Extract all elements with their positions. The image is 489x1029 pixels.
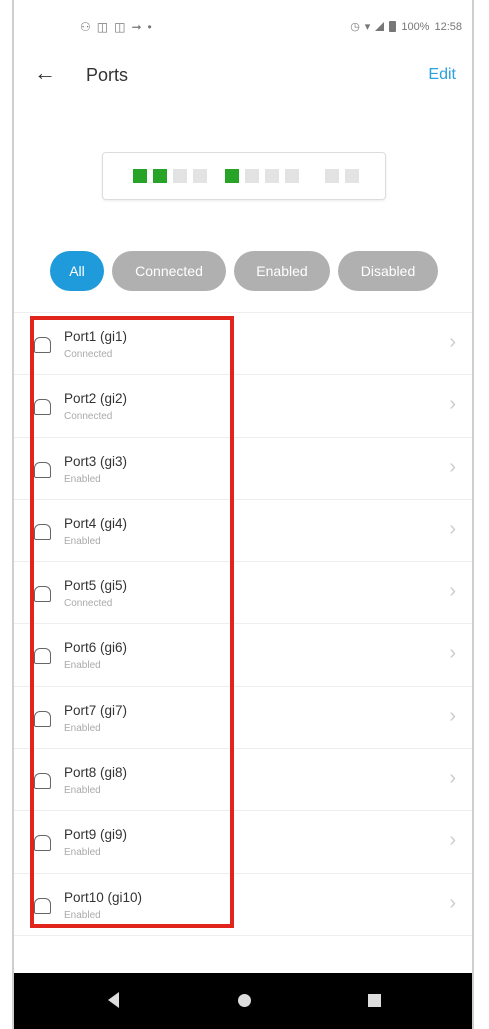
signal-icon xyxy=(375,22,385,31)
port-status: Enabled xyxy=(64,722,101,734)
phone-screen: ⚇ ◫ ◫ ➞ • ◷ ▾ 100% 12:58 ← Ports Edit Al… xyxy=(12,0,474,1029)
sim-icon: ◫ xyxy=(114,20,126,34)
port-name: Port3 (gi3) xyxy=(64,453,128,469)
ethernet-port-icon xyxy=(34,586,51,603)
port-row[interactable]: Port9 (gi9) Enabled › xyxy=(14,811,472,874)
clock: 12:58 xyxy=(434,20,462,33)
port-status: Connected xyxy=(64,349,113,360)
port-name: Port4 (gi4) xyxy=(64,515,128,531)
chevron-right-icon: › xyxy=(449,767,456,790)
port-row[interactable]: Port2 (gi2) Connected › xyxy=(14,375,472,438)
port-indicator-8 xyxy=(285,169,299,183)
ethernet-port-icon xyxy=(34,648,51,665)
port-status: Enabled xyxy=(64,785,101,797)
chevron-right-icon: › xyxy=(449,891,456,914)
chevron-right-icon: › xyxy=(449,517,456,540)
sim-icon: ◫ xyxy=(96,20,109,34)
notification-icon: ⚇ xyxy=(80,20,91,34)
alarm-icon: ◷ xyxy=(350,21,360,33)
status-notification-icons: ⚇ ◫ ◫ ➞ • xyxy=(80,20,152,34)
port-indicator-2 xyxy=(153,169,167,183)
edit-button[interactable]: Edit xyxy=(428,66,456,84)
chevron-right-icon: › xyxy=(449,580,456,603)
app-bar: ← Ports Edit xyxy=(14,54,472,104)
chevron-right-icon: › xyxy=(449,829,456,852)
dot-icon: • xyxy=(147,20,152,34)
port-indicator-6 xyxy=(245,169,259,183)
filter-chip-enabled[interactable]: Enabled xyxy=(234,251,330,291)
port-row[interactable]: Port4 (gi4) Enabled › xyxy=(14,500,472,563)
port-list: Port1 (gi1) Connected › Port2 (gi2) Connecte… xyxy=(14,312,472,936)
port-status: Enabled xyxy=(64,660,101,672)
arrow-left-icon[interactable]: ← xyxy=(34,60,56,86)
ethernet-port-icon xyxy=(34,523,51,540)
status-system-icons: ◷ ▾ 100% 12:58 xyxy=(350,20,462,34)
port-row[interactable]: Port6 (gi6) Enabled › xyxy=(14,624,472,687)
port-name: Port1 (gi1) xyxy=(64,329,128,344)
port-map-panel xyxy=(102,152,386,200)
port-indicator-9 xyxy=(325,169,339,183)
port-name: Port6 (gi6) xyxy=(64,640,128,656)
status-bar: ⚇ ◫ ◫ ➞ • ◷ ▾ 100% 12:58 xyxy=(14,0,472,54)
filter-chip-connected[interactable]: Connected xyxy=(112,251,226,291)
port-indicator-10 xyxy=(345,169,359,183)
port-name: Port2 (gi2) xyxy=(64,391,128,407)
port-indicator-4 xyxy=(193,169,207,183)
port-name: Port5 (gi5) xyxy=(64,578,128,594)
back-triangle-icon[interactable] xyxy=(108,992,119,1008)
chevron-right-icon: › xyxy=(449,331,456,353)
port-status: Connected xyxy=(64,598,113,610)
system-nav-bar xyxy=(14,973,472,1029)
battery-icon xyxy=(389,21,397,32)
port-indicator-1 xyxy=(133,169,147,183)
port-row[interactable]: Port1 (gi1) Connected › xyxy=(14,312,472,376)
port-row[interactable]: Port8 (gi8) Enabled › xyxy=(14,749,472,812)
ethernet-port-icon xyxy=(34,399,51,416)
port-row[interactable]: Port7 (gi7) Enabled › xyxy=(14,687,472,750)
port-status: Enabled xyxy=(64,473,101,485)
port-status: Connected xyxy=(64,411,113,423)
filter-chip-all[interactable]: All xyxy=(50,251,104,291)
port-status: Enabled xyxy=(64,847,101,859)
ethernet-port-icon xyxy=(34,337,51,353)
port-row[interactable]: Port3 (gi3) Enabled › xyxy=(14,438,472,500)
port-status: Enabled xyxy=(64,909,101,921)
port-name: Port9 (gi9) xyxy=(64,827,128,843)
port-status: Enabled xyxy=(64,535,101,547)
recents-square-icon[interactable] xyxy=(368,994,381,1007)
chevron-right-icon: › xyxy=(449,642,456,665)
page-title: Ports xyxy=(86,65,129,85)
ethernet-port-icon xyxy=(34,461,51,478)
port-name: Port8 (gi8) xyxy=(64,765,128,781)
port-row[interactable]: Port10 (gi10) Enabled › xyxy=(14,874,472,936)
port-indicator-3 xyxy=(173,169,187,183)
ethernet-port-icon xyxy=(34,710,51,727)
chevron-right-icon: › xyxy=(449,393,456,416)
port-row[interactable]: Port5 (gi5) Connected › xyxy=(14,562,472,625)
battery-percent: 100% xyxy=(401,20,430,33)
port-name: Port10 (gi10) xyxy=(64,889,143,905)
port-name: Port7 (gi7) xyxy=(64,702,128,718)
home-circle-icon[interactable] xyxy=(238,994,251,1007)
chevron-right-icon: › xyxy=(449,455,456,478)
ethernet-port-icon xyxy=(34,835,51,852)
cast-icon: ➞ xyxy=(131,20,142,34)
filter-chip-disabled[interactable]: Disabled xyxy=(338,251,438,291)
chevron-right-icon: › xyxy=(449,704,456,727)
wifi-icon: ▾ xyxy=(364,21,371,33)
ethernet-port-icon xyxy=(34,897,51,914)
port-indicator-7 xyxy=(265,169,279,183)
port-indicator-5 xyxy=(225,169,239,183)
ethernet-port-icon xyxy=(34,773,51,790)
